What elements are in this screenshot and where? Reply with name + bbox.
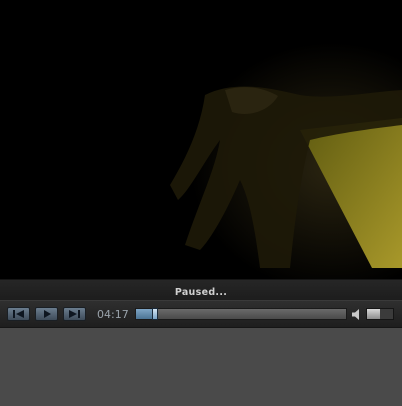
- status-text: Paused...: [174, 287, 228, 298]
- video-still: [0, 0, 402, 279]
- seek-bar[interactable]: [135, 308, 347, 320]
- status-bar: Paused...: [0, 279, 402, 300]
- play-button[interactable]: [35, 307, 58, 321]
- skip-forward-icon: [69, 310, 80, 318]
- volume-slider[interactable]: [366, 308, 394, 320]
- next-button[interactable]: [63, 307, 86, 321]
- previous-button[interactable]: [7, 307, 30, 321]
- elapsed-time: 04:17: [97, 308, 129, 321]
- play-icon: [43, 310, 51, 318]
- video-player: Paused... 04:17: [0, 0, 402, 406]
- video-frame[interactable]: [0, 0, 402, 279]
- content-area: [0, 328, 402, 406]
- seek-handle[interactable]: [152, 308, 158, 320]
- speaker-icon[interactable]: [352, 309, 361, 320]
- skip-back-icon: [13, 310, 24, 318]
- control-bar: 04:17: [0, 300, 402, 328]
- volume-level: [367, 309, 380, 319]
